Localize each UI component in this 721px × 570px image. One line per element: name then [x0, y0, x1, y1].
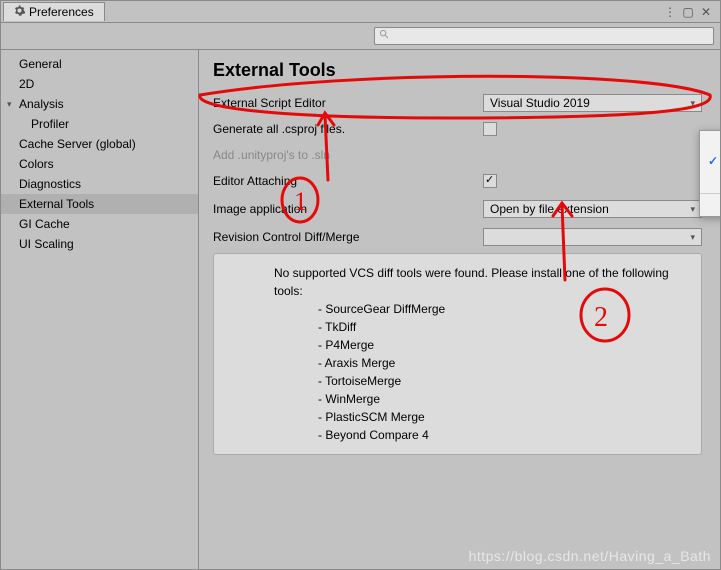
sidebar-item-profiler[interactable]: Profiler [1, 114, 198, 134]
sidebar-item-gi-cache[interactable]: GI Cache [1, 214, 198, 234]
sidebar-item-diagnostics[interactable]: Diagnostics [1, 174, 198, 194]
preferences-tab[interactable]: Preferences [3, 2, 105, 21]
window-controls: ⋮ ▢ ✕ [664, 6, 720, 18]
revision-control-dropdown[interactable] [483, 228, 702, 246]
preferences-window: Preferences ⋮ ▢ ✕ General 2D Analysis Pr… [0, 0, 721, 570]
sidebar-item-general[interactable]: General [1, 54, 198, 74]
vcs-info-box: No supported VCS diff tools were found. … [213, 253, 702, 455]
maximize-icon[interactable]: ▢ [682, 6, 694, 18]
option-browse[interactable]: Browse... [700, 196, 720, 216]
revision-control-label: Revision Control Diff/Merge [213, 230, 483, 244]
generate-csproj-checkbox[interactable] [483, 122, 497, 136]
sidebar-item-external-tools[interactable]: External Tools [1, 194, 198, 214]
sidebar-item-colors[interactable]: Colors [1, 154, 198, 174]
menu-icon[interactable]: ⋮ [664, 6, 676, 18]
sidebar-item-cache-server[interactable]: Cache Server (global) [1, 134, 198, 154]
toolbar [1, 23, 720, 50]
main-panel: External Tools External Script Editor Vi… [199, 50, 720, 569]
add-unityproj-label: Add .unityproj's to .sln [213, 148, 483, 162]
sidebar-item-ui-scaling[interactable]: UI Scaling [1, 234, 198, 254]
separator [700, 193, 720, 194]
page-title: External Tools [213, 60, 702, 81]
list-item: WinMerge [318, 390, 689, 408]
list-item: PlasticSCM Merge [318, 408, 689, 426]
list-item: P4Merge [318, 336, 689, 354]
vcs-info-text: No supported VCS diff tools were found. … [274, 264, 689, 300]
script-editor-popup: Open by file extension Visual Studio 201… [699, 130, 720, 217]
search-input[interactable] [394, 30, 709, 42]
close-icon[interactable]: ✕ [700, 6, 712, 18]
image-application-label: Image application [213, 202, 483, 216]
list-item: TortoiseMerge [318, 372, 689, 390]
sidebar: General 2D Analysis Profiler Cache Serve… [1, 50, 199, 569]
tab-label: Preferences [29, 5, 94, 19]
generate-csproj-label: Generate all .csproj files. [213, 122, 483, 136]
option-open-by-ext[interactable]: Open by file extension [700, 131, 720, 151]
option-vs2019[interactable]: Visual Studio 2019 [700, 151, 720, 171]
list-item: Araxis Merge [318, 354, 689, 372]
list-item: SourceGear DiffMerge [318, 300, 689, 318]
vcs-tools-list: SourceGear DiffMerge TkDiff P4Merge Arax… [274, 300, 689, 444]
titlebar: Preferences ⋮ ▢ ✕ [1, 1, 720, 23]
sidebar-item-2d[interactable]: 2D [1, 74, 198, 94]
list-item: TkDiff [318, 318, 689, 336]
sidebar-item-analysis[interactable]: Analysis [1, 94, 198, 114]
search-field[interactable] [374, 27, 714, 45]
external-script-editor-label: External Script Editor [213, 96, 483, 110]
editor-attaching-checkbox[interactable]: ✓ [483, 174, 497, 188]
image-application-dropdown[interactable]: Open by file extension [483, 200, 702, 218]
editor-attaching-label: Editor Attaching [213, 174, 483, 188]
list-item: Beyond Compare 4 [318, 426, 689, 444]
option-vs-installer[interactable]: Visual Studio Installer [700, 171, 720, 191]
external-script-editor-dropdown[interactable]: Visual Studio 2019 [483, 94, 702, 112]
gear-icon [14, 5, 25, 19]
search-icon [379, 29, 390, 43]
